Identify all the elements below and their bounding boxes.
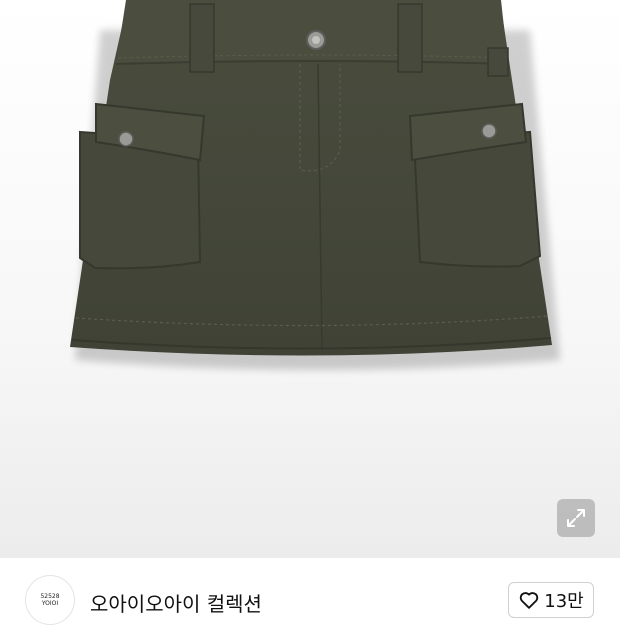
- like-button[interactable]: 13만: [508, 582, 594, 618]
- avatar-text-line1: 52528: [40, 593, 60, 600]
- belt-loop: [189, 3, 215, 73]
- avatar-text-line2: YOIOI: [41, 600, 59, 607]
- belt-loop: [487, 47, 509, 77]
- shop-avatar[interactable]: 52528 YOIOI: [25, 575, 75, 625]
- pocket-snap: [481, 123, 497, 139]
- product-photo: [70, 0, 560, 370]
- expand-image-button[interactable]: [557, 499, 595, 537]
- pocket-snap: [118, 131, 134, 147]
- shop-bar: 52528 YOIOI 오아이오아이 컬렉션 13만: [0, 558, 620, 625]
- heart-outline-icon: [520, 592, 539, 609]
- expand-arrows-icon: [567, 509, 585, 527]
- like-count: 13만: [544, 591, 584, 612]
- belt-loop: [397, 3, 423, 73]
- product-image-area[interactable]: [0, 0, 620, 558]
- shop-name[interactable]: 오아이오아이 컬렉션: [90, 588, 262, 617]
